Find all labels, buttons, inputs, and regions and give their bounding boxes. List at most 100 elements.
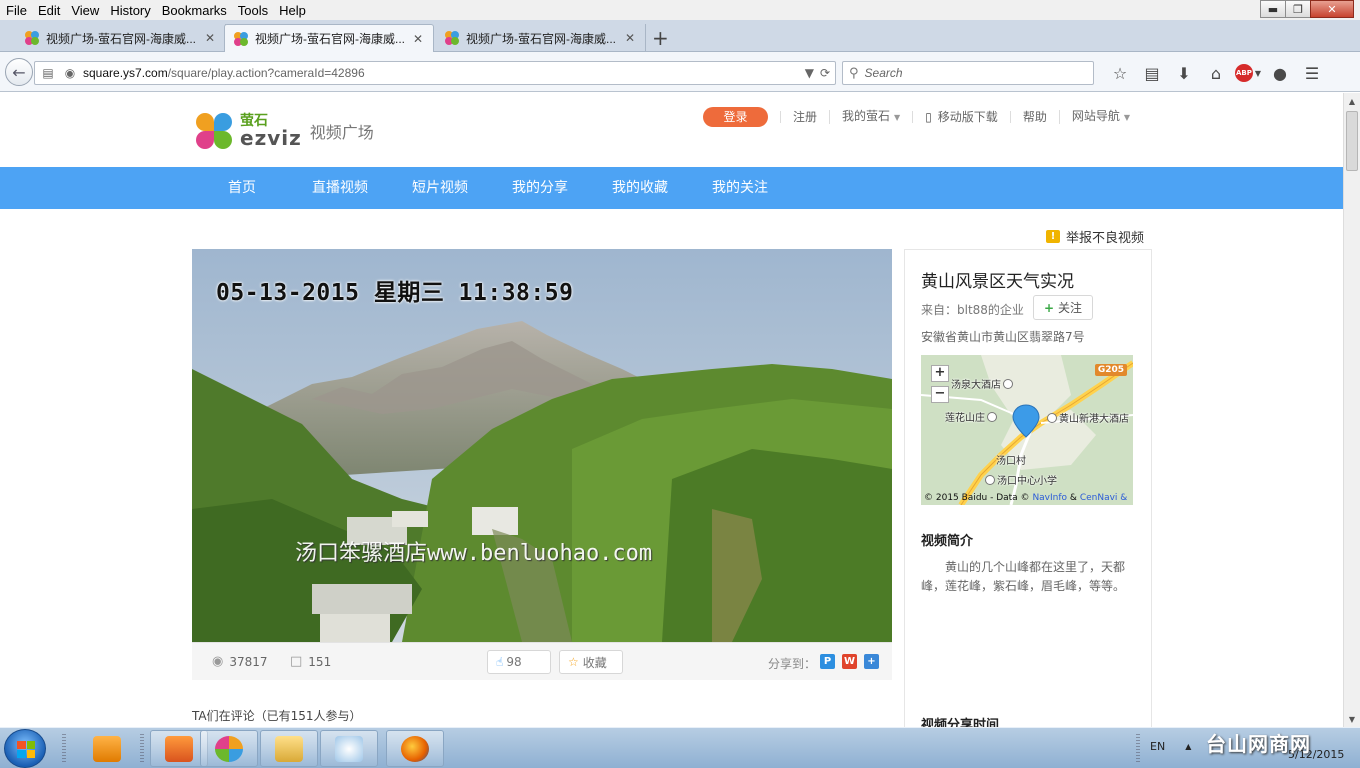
nav-my-favorites[interactable]: 我的收藏 [612, 167, 668, 209]
nav-my-follows[interactable]: 我的关注 [712, 167, 768, 209]
mobile-download-link[interactable]: ▯ 移动版下载 [912, 111, 1010, 123]
new-tab-plus-icon[interactable]: + [652, 26, 669, 50]
taskbar-paint-icon[interactable] [320, 730, 378, 767]
logo-english: ezviz [240, 126, 302, 150]
page-scrollbar[interactable]: ▲ ▼ [1343, 93, 1360, 727]
menu-bookmarks[interactable]: Bookmarks [156, 3, 232, 18]
address-bar[interactable]: ▤ ◉ square.ys7.com/square/play.action?ca… [34, 61, 836, 85]
intro-text: 黄山的几个山峰都在这里了，天都峰，莲花峰，紫石峰，眉毛峰，等等。 [921, 560, 1126, 593]
scroll-thumb[interactable] [1346, 111, 1358, 171]
tray-expand-icon[interactable]: ▲ [1185, 742, 1191, 751]
like-button[interactable]: ☝ 98 [487, 650, 551, 674]
system-tray: EN ▲ [1150, 740, 1191, 753]
hotel-poi-icon [1047, 413, 1057, 423]
school-poi-icon [985, 475, 995, 485]
overlay-watermark: 台山网商网 [1206, 732, 1311, 756]
mountain-scene [192, 249, 892, 642]
toolbar-icons: ☆ ▤ ⬇ ⌂ ABP ▼ ● ☰ [1104, 62, 1328, 84]
nav-my-share[interactable]: 我的分享 [512, 167, 568, 209]
menu-view[interactable]: View [65, 3, 104, 18]
dropdown-arrow-icon[interactable]: ▼ [805, 66, 814, 80]
report-link[interactable]: ! 举报不良视频 [1046, 227, 1144, 246]
close-tab-icon[interactable]: ✕ [411, 32, 425, 46]
taskbar-ezviz-icon[interactable] [200, 730, 258, 767]
hotel-poi-icon [1003, 379, 1013, 389]
start-button[interactable] [4, 729, 46, 768]
video-watermark: 汤口笨骡酒店www.benluohao.com [295, 541, 653, 566]
map-zoom-out-button[interactable]: − [931, 386, 949, 403]
map-label: 汤口中心小学 [983, 472, 1057, 487]
nav-home[interactable]: 首页 [228, 167, 256, 209]
share-qzone-icon[interactable]: P [820, 654, 835, 669]
windows-logo-icon [17, 741, 35, 758]
close-window-button[interactable]: ✕ [1310, 0, 1354, 18]
map-label: 汤口村 [996, 456, 1026, 467]
taskbar-explorer-icon[interactable] [260, 730, 318, 767]
browser-tab-3[interactable]: 视频广场-萤石官网-海康威... ✕ [436, 24, 646, 52]
follow-button[interactable]: + 关注 [1033, 295, 1093, 320]
map-copyright: © 2015 Baidu - Data © NavInfo & CenNavi … [924, 493, 1128, 503]
close-tab-icon[interactable]: ✕ [203, 31, 217, 45]
site-logo[interactable]: 萤石 ezviz 视频广场 [194, 111, 374, 151]
menu-edit[interactable]: Edit [32, 3, 65, 18]
camera-title: 黄山风景区天气实况 [921, 272, 1074, 292]
nav-short-video[interactable]: 短片视频 [412, 167, 468, 209]
share-weibo-icon[interactable]: W [842, 654, 857, 669]
url-text[interactable]: square.ys7.com/square/play.action?camera… [83, 66, 805, 80]
tab-title: 视频广场-萤石官网-海康威... [46, 31, 196, 46]
scroll-up-icon[interactable]: ▲ [1344, 93, 1360, 109]
tab-strip: 视频广场-萤石官网-海康威... ✕ 视频广场-萤石官网-海康威... ✕ 视频… [0, 20, 1360, 52]
adblock-plus-icon[interactable]: ABP ▼ [1232, 62, 1264, 84]
scroll-down-icon[interactable]: ▼ [1344, 711, 1360, 727]
home-icon[interactable]: ⌂ [1200, 62, 1232, 84]
menu-help[interactable]: Help [273, 3, 311, 18]
register-link[interactable]: 注册 [780, 111, 829, 123]
search-icon: ⚲ [849, 65, 859, 81]
video-player[interactable]: 05-13-2015 星期三 11:38:59 汤口笨骡酒店www.benluo… [192, 249, 892, 642]
bookmark-star-icon[interactable]: ☆ [1104, 62, 1136, 84]
favorite-button[interactable]: ☆ 收藏 [559, 650, 623, 674]
camera-address: 安徽省黄山市黄山区翡翠路7号 [921, 330, 1085, 344]
camera-owner[interactable]: 来自：blt88的企业 [921, 301, 1024, 318]
maximize-button[interactable]: ❐ [1285, 0, 1311, 18]
download-arrow-icon[interactable]: ⬇ [1168, 62, 1200, 84]
map-label: 汤泉大酒店 [951, 376, 1015, 391]
camera-timestamp: 05-13-2015 星期三 11:38:59 [216, 280, 574, 306]
menu-history[interactable]: History [104, 3, 155, 18]
taskbar-firefox-icon[interactable] [386, 730, 444, 767]
thumbs-up-icon: ☝ [496, 655, 504, 669]
login-button[interactable]: 登录 [703, 107, 768, 127]
language-indicator[interactable]: EN [1150, 740, 1165, 753]
my-ezviz-link[interactable]: 我的萤石 ▼ [829, 110, 912, 124]
page-viewport: 萤石 ezviz 视频广场 登录 注册 我的萤石 ▼ ▯ 移动版下载 帮助 网站导航… [0, 93, 1343, 727]
location-map[interactable]: + − G205 汤泉大酒店 莲花山庄 黄山新港大酒店 汤口村 汤口中心小学 ©… [921, 355, 1133, 505]
map-zoom-in-button[interactable]: + [931, 365, 949, 382]
windows-taskbar: EN ▲ 5/12/2015 [0, 727, 1360, 768]
tab-title: 视频广场-萤石官网-海康威... [466, 31, 616, 46]
close-tab-icon[interactable]: ✕ [623, 31, 637, 45]
menu-file[interactable]: File [0, 3, 32, 18]
taskbar-media-icon[interactable] [78, 730, 136, 767]
chat-bubble-icon[interactable]: ● [1264, 62, 1296, 84]
nav-live[interactable]: 直播视频 [312, 167, 368, 209]
menu-bar: File Edit View History Bookmarks Tools H… [0, 0, 1360, 20]
chevron-down-icon: ▼ [1123, 113, 1130, 122]
tab-group-icon[interactable]: ▤ [39, 64, 57, 82]
reload-icon[interactable]: ⟳ [820, 66, 830, 80]
site-nav-link[interactable]: 网站导航 ▼ [1058, 110, 1142, 124]
reading-list-icon[interactable]: ▤ [1136, 62, 1168, 84]
search-box[interactable]: ⚲ Search [842, 61, 1094, 85]
plus-icon: + [1043, 300, 1055, 315]
menu-tools[interactable]: Tools [232, 3, 273, 18]
share-more-icon[interactable]: + [864, 654, 879, 669]
ezviz-favicon-icon [234, 31, 248, 46]
phone-icon: ▯ [925, 110, 932, 124]
browser-tab-2[interactable]: 视频广场-萤石官网-海康威... ✕ [224, 24, 434, 52]
minimize-button[interactable]: ▬ [1260, 0, 1286, 18]
hamburger-menu-icon[interactable]: ☰ [1296, 62, 1328, 84]
comment-count[interactable]: □ 151 [290, 654, 331, 669]
back-arrow-icon[interactable]: ← [5, 58, 33, 86]
help-link[interactable]: 帮助 [1009, 111, 1059, 123]
browser-tab-1[interactable]: 视频广场-萤石官网-海康威... ✕ [16, 24, 226, 52]
video-info-bar: ◉ 37817 □ 151 ☝ 98 ☆ 收藏 分享到： P W + [192, 642, 892, 680]
